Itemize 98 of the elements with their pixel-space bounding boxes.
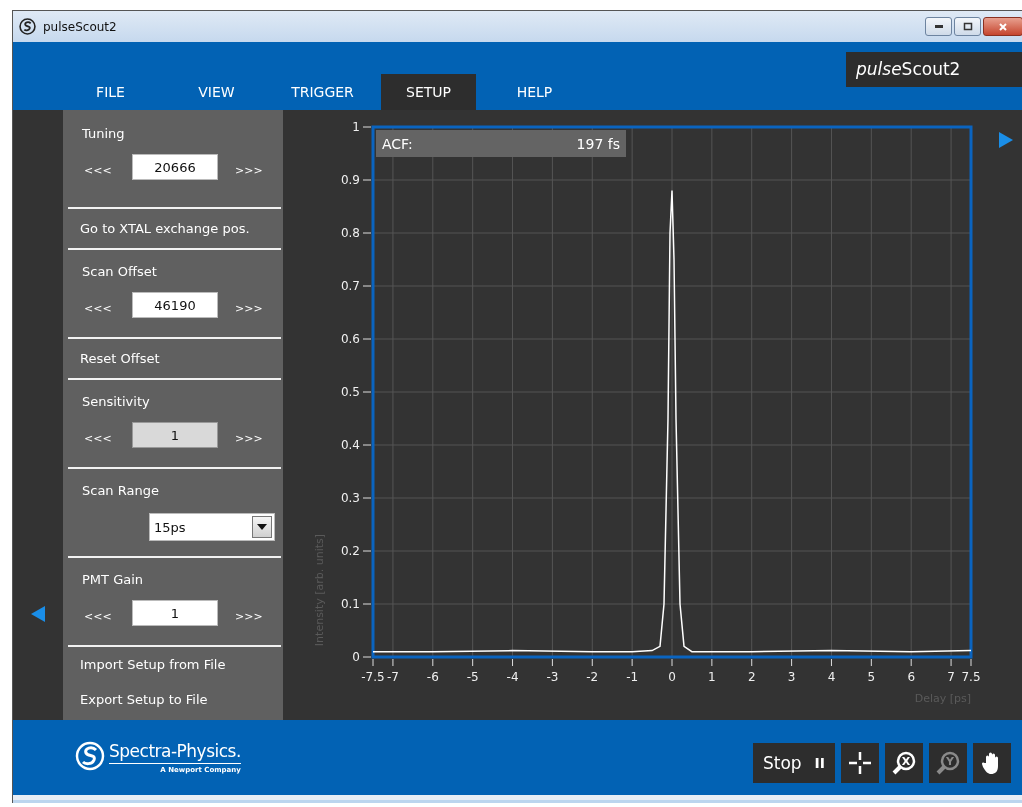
y-tick-label: 0.1: [340, 597, 360, 611]
product-name: pulseScout2: [846, 52, 1022, 87]
y-tick-label: 0.9: [340, 173, 360, 187]
tick-mark: [362, 179, 372, 181]
decrease-button[interactable]: <<<: [84, 301, 132, 315]
increase-button[interactable]: >>>: [235, 301, 283, 315]
menu-tab[interactable]: HELP: [487, 74, 582, 110]
x-tick-label: 4: [827, 670, 836, 684]
range-dropdown[interactable]: 15ps: [149, 513, 275, 541]
stop-button[interactable]: Stop II: [753, 742, 835, 783]
minimize-button[interactable]: [925, 17, 952, 36]
setting-label: PMT Gain: [82, 572, 145, 587]
tick-mark: [362, 497, 372, 499]
x-tick-label: -3: [546, 670, 559, 684]
hand-button[interactable]: [973, 742, 1011, 783]
tick-mark: [830, 658, 832, 667]
readout-value: 197 fs: [576, 135, 620, 152]
window-title: pulseScout2: [43, 19, 117, 34]
minimize-icon: [934, 25, 943, 28]
tick-mark: [751, 658, 753, 667]
value-field[interactable]: 1: [132, 600, 218, 626]
zoom-button[interactable]: Y: [929, 742, 967, 783]
y-tick-label: 0.7: [340, 279, 360, 293]
tick-mark: [910, 658, 912, 667]
tick-mark: [671, 658, 673, 667]
x-tick-label: 7: [947, 670, 955, 684]
x-tick-label: 7.5: [961, 670, 981, 684]
action-button[interactable]: Reset Offset: [63, 351, 283, 366]
increase-button[interactable]: >>>: [235, 609, 283, 623]
setting-label: Scan Range: [82, 483, 160, 498]
logo-icon: [75, 741, 105, 771]
y-tick-label: 0.8: [340, 226, 360, 240]
x-tick-label: -6: [426, 670, 439, 684]
y-tick-label: 0.6: [340, 332, 360, 346]
tick-mark: [631, 658, 633, 667]
action-button[interactable]: Import Setup from File: [63, 657, 283, 672]
x-tick-label: -5: [466, 670, 479, 684]
y-tick-label: 0.3: [340, 491, 360, 505]
tick-mark: [362, 126, 372, 128]
tick-mark: [432, 658, 434, 667]
x-tick-label: 2: [747, 670, 756, 684]
x-tick-label: 1: [708, 670, 716, 684]
company-logo-text: Spectra-Physics.: [109, 741, 241, 764]
value-field[interactable]: 20666: [132, 154, 218, 180]
tick-mark: [362, 444, 372, 446]
y-tick-label: 0.2: [340, 544, 360, 558]
menu-tab[interactable]: TRIGGER: [275, 74, 370, 110]
x-tick-label: 6: [907, 670, 915, 684]
x-tick-label: -7: [386, 670, 399, 684]
maximize-icon: [962, 21, 973, 32]
menu-tab[interactable]: SETUP: [381, 74, 476, 110]
tick-mark: [392, 658, 394, 667]
decrease-button[interactable]: <<<: [84, 163, 132, 177]
action-button[interactable]: Export Setup to File: [63, 692, 283, 707]
x-tick-label: -2: [586, 670, 599, 684]
menu-tab[interactable]: FILE: [63, 74, 158, 110]
x-tick-label: 5: [867, 670, 876, 684]
crosshair-button[interactable]: [841, 742, 879, 783]
tick-mark: [512, 658, 514, 667]
readout-label: ACF:: [382, 135, 413, 152]
tick-mark: [362, 391, 372, 393]
x-tick-label: -4: [506, 670, 519, 684]
expand-right-icon[interactable]: [999, 132, 1013, 148]
tick-mark: [970, 658, 972, 667]
x-tick-label: 3: [787, 670, 796, 684]
zoom-button[interactable]: X: [885, 742, 923, 783]
y-tick-label: 1: [352, 120, 360, 134]
decrease-button[interactable]: <<<: [84, 609, 132, 623]
tick-mark: [870, 658, 872, 667]
x-tick-label: -1: [626, 670, 639, 684]
tick-mark: [362, 550, 372, 552]
close-button[interactable]: [983, 17, 1022, 36]
tick-mark: [362, 603, 372, 605]
tick-mark: [711, 658, 713, 667]
x-tick-label: 0: [668, 670, 676, 684]
tick-mark: [362, 232, 372, 234]
menu-tab[interactable]: VIEW: [169, 74, 264, 110]
y-tick-label: 0: [352, 650, 360, 664]
tick-mark: [791, 658, 793, 667]
action-button[interactable]: Go to XTAL exchange pos.: [63, 221, 283, 236]
y-tick-label: 0.4: [340, 438, 360, 452]
tick-mark: [591, 658, 593, 667]
app-icon: [19, 18, 36, 35]
collapse-left-icon[interactable]: [31, 606, 45, 622]
setting-label: Tuning: [82, 126, 126, 141]
close-icon: [998, 21, 1008, 32]
increase-button[interactable]: >>>: [235, 163, 283, 177]
maximize-button[interactable]: [954, 17, 981, 36]
tick-mark: [551, 658, 553, 667]
tick-mark: [950, 658, 952, 667]
tick-mark: [472, 658, 474, 667]
value-field[interactable]: 46190: [132, 292, 218, 318]
tick-mark: [362, 285, 372, 287]
tick-mark: [362, 338, 372, 340]
setting-label: Scan Offset: [82, 264, 158, 279]
y-tick-label: 0.5: [340, 385, 360, 399]
setting-label: Sensitivity: [82, 394, 151, 409]
x-tick-label: -7.5: [361, 670, 385, 684]
